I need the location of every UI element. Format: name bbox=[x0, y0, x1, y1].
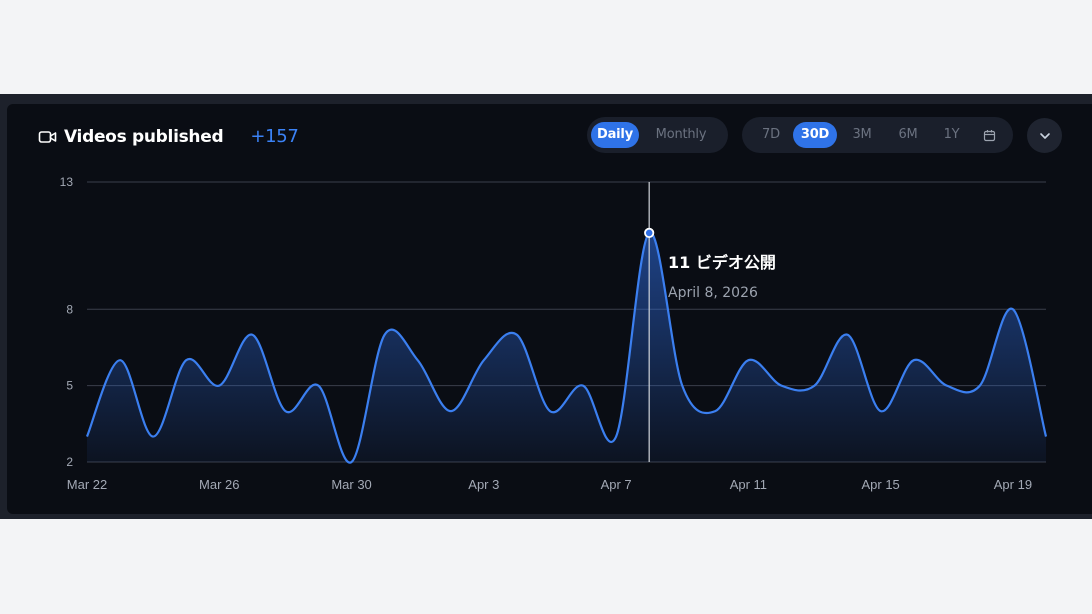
x-tick-label: Apr 15 bbox=[861, 477, 899, 492]
y-tick-label: 2 bbox=[66, 455, 73, 469]
videos-published-card: Videos published +157 Daily Monthly 7D 3… bbox=[7, 104, 1092, 514]
x-tick-label: Apr 3 bbox=[468, 477, 499, 492]
x-tick-label: Mar 30 bbox=[331, 477, 371, 492]
y-tick-label: 13 bbox=[60, 175, 74, 189]
series-area-fill bbox=[87, 232, 1046, 463]
highlighted-data-point[interactable] bbox=[644, 227, 655, 239]
x-tick-label: Apr 19 bbox=[994, 477, 1032, 492]
tooltip-date: April 8, 2026 bbox=[668, 285, 758, 301]
y-tick-label: 8 bbox=[66, 302, 73, 316]
x-tick-label: Mar 22 bbox=[67, 477, 107, 492]
x-tick-label: Apr 11 bbox=[730, 477, 767, 492]
x-tick-label: Mar 26 bbox=[199, 477, 239, 492]
videos-area-chart: 2 5 8 13 Mar 22 Mar 26 Mar 30 Apr 3 Apr 7 Apr 11… bbox=[60, 175, 1048, 492]
x-tick-label: Apr 7 bbox=[601, 477, 632, 492]
tooltip-value: 11 ビデオ公開 bbox=[668, 253, 776, 272]
y-tick-label: 5 bbox=[66, 379, 73, 393]
